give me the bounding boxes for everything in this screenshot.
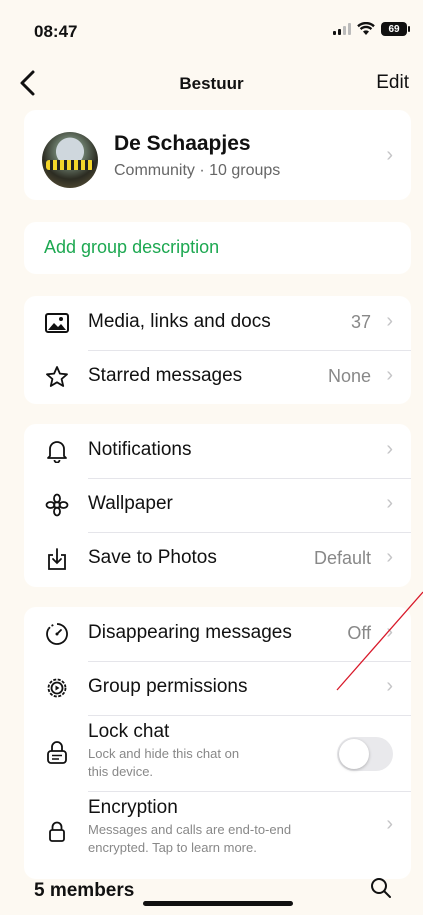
signal-icon [333, 23, 351, 35]
encryption-label: Encryption [88, 797, 178, 818]
disappearing-value: Off [347, 623, 371, 643]
list-item-disappearing[interactable]: Disappearing messages Off › [24, 607, 411, 661]
list-item-wallpaper[interactable]: Wallpaper › [24, 478, 411, 532]
image-icon [44, 310, 70, 336]
lock-chat-toggle[interactable] [337, 737, 393, 771]
lock-chat-description-line1: Lock and hide this chat on [88, 746, 240, 761]
notifications-label: Notifications [88, 439, 192, 460]
search-icon[interactable] [369, 876, 393, 900]
wifi-icon [357, 22, 375, 35]
nav-bar: Bestuur Edit [0, 62, 423, 106]
status-bar: 08:47 69 [0, 0, 423, 60]
star-icon [44, 364, 70, 390]
chevron-right-icon: › [386, 438, 393, 460]
status-icons: 69 [333, 22, 410, 36]
media-label: Media, links and docs [88, 311, 271, 332]
avatar [42, 132, 98, 188]
status-time: 08:47 [34, 22, 78, 41]
flower-icon [44, 492, 70, 518]
bell-icon [44, 438, 70, 464]
download-icon [44, 546, 70, 572]
media-count: 37 [350, 312, 371, 332]
chevron-right-icon: › [386, 492, 393, 514]
chevron-right-icon: › [386, 310, 393, 332]
encryption-description-line1: Messages and calls are end-to-end [88, 822, 292, 837]
gear-icon [44, 675, 70, 701]
list-item-media[interactable]: Media, links and docs 37 › [24, 296, 411, 350]
page-title: Bestuur [179, 74, 244, 93]
wallpaper-label: Wallpaper [88, 493, 173, 514]
chevron-right-icon: › [386, 621, 393, 643]
list-item-lock-chat: Lock chat Lock and hide this chat on thi… [24, 715, 411, 791]
community-name: De Schaapjes [114, 132, 251, 155]
add-description-link[interactable]: Add group description [44, 237, 219, 258]
list-item-save-to-photos[interactable]: Save to Photos Default › [24, 532, 411, 587]
group-permissions-label: Group permissions [88, 676, 248, 697]
disappearing-label: Disappearing messages [88, 622, 292, 643]
list-item-starred[interactable]: Starred messages None › [24, 350, 411, 404]
home-indicator [143, 901, 293, 906]
settings-card: Notifications › Wallpaper › Save to Phot… [24, 424, 411, 587]
lock-chat-description-line2: this device. [88, 764, 154, 779]
starred-value: None [327, 366, 371, 386]
lock-chat-icon [44, 740, 70, 766]
toggle-knob [339, 739, 369, 769]
chevron-right-icon: › [386, 144, 393, 166]
edit-button[interactable]: Edit [376, 72, 409, 94]
save-to-photos-value: Default [313, 548, 371, 568]
chevron-right-icon: › [386, 364, 393, 386]
list-item-notifications[interactable]: Notifications › [24, 424, 411, 478]
lock-chat-label: Lock chat [88, 721, 170, 742]
media-card: Media, links and docs 37 › Starred messa… [24, 296, 411, 404]
members-count: 5 members [34, 880, 135, 901]
community-header-card[interactable]: De Schaapjes Community · 10 groups › [24, 110, 411, 200]
chevron-right-icon: › [386, 813, 393, 835]
privacy-card: Disappearing messages Off › Group permis… [24, 607, 411, 879]
community-subtitle: Community · 10 groups [114, 162, 281, 179]
starred-label: Starred messages [88, 365, 243, 386]
description-card[interactable]: Add group description [24, 222, 411, 274]
timer-icon [44, 621, 70, 647]
chevron-right-icon: › [386, 675, 393, 697]
encryption-description-line2: encrypted. Tap to learn more. [88, 840, 257, 855]
save-to-photos-label: Save to Photos [88, 547, 217, 568]
list-item-group-permissions[interactable]: Group permissions › [24, 661, 411, 715]
battery-icon: 69 [381, 22, 410, 36]
chevron-right-icon: › [386, 546, 393, 568]
encryption-text-group[interactable]: Encryption Messages and calls are end-to-… [24, 791, 411, 871]
